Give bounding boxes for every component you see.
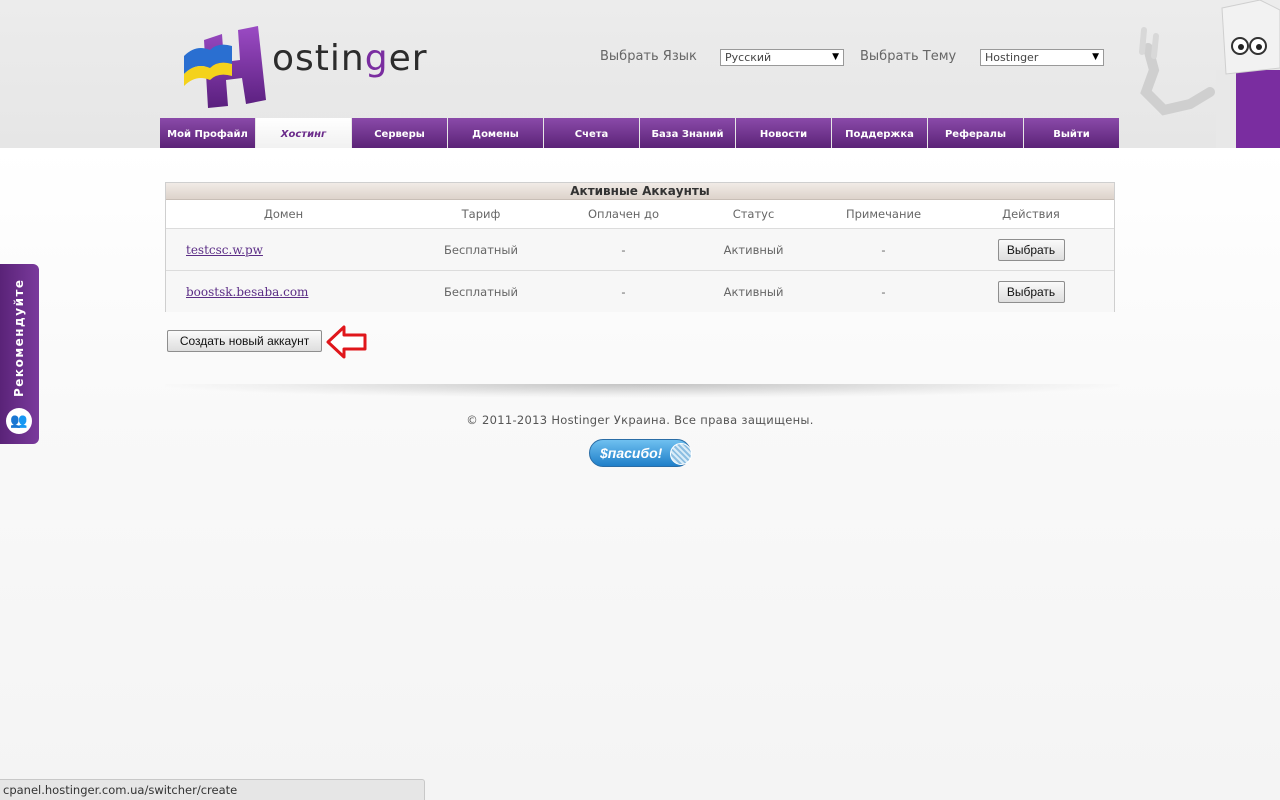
dropdown-arrow-icon: ▼ xyxy=(1092,52,1099,62)
table-header-row: Домен Тариф Оплачен до Статус Примечание… xyxy=(166,200,1114,229)
logo-wordmark: ostinger xyxy=(272,38,428,79)
users-icon: 👥 xyxy=(6,408,32,434)
language-label: Выбрать Язык xyxy=(600,49,697,64)
globe-icon xyxy=(670,443,692,465)
domain-link[interactable]: boostsk.besaba.com xyxy=(186,285,308,299)
status-cell: Активный xyxy=(723,242,784,257)
dropdown-arrow-icon: ▼ xyxy=(832,52,839,62)
recommend-label: Рекомендуйте xyxy=(12,278,26,397)
tab-servers[interactable]: Серверы xyxy=(352,118,447,148)
select-account-button[interactable]: Выбрать xyxy=(997,238,1065,261)
theme-select[interactable]: Hostinger ▼ xyxy=(980,49,1104,66)
create-account-button[interactable]: Создать новый аккаунт xyxy=(167,330,322,352)
logo-h-icon xyxy=(184,26,266,108)
footer-divider xyxy=(165,384,1120,398)
status-cell: Активный xyxy=(723,284,784,299)
table-row: boostsk.besaba.com Бесплатный - Активный… xyxy=(166,271,1114,312)
column-header-status: Статус xyxy=(732,207,775,221)
domain-link[interactable]: testcsc.w.pw xyxy=(186,243,263,257)
note-cell: - xyxy=(881,284,886,299)
paid-until-cell: - xyxy=(621,284,626,299)
language-select-value: Русский xyxy=(725,51,772,64)
paid-until-cell: - xyxy=(621,242,626,257)
column-header-tariff: Тариф xyxy=(461,207,501,221)
column-header-domain: Домен xyxy=(263,207,304,221)
tab-referrals[interactable]: Рефералы xyxy=(928,118,1023,148)
tab-support[interactable]: Поддержка xyxy=(832,118,927,148)
language-select[interactable]: Русский ▼ xyxy=(720,49,844,66)
column-header-note: Примечание xyxy=(845,207,922,221)
tariff-cell: Бесплатный xyxy=(444,284,518,299)
tab-hosting[interactable]: Хостинг xyxy=(256,118,351,148)
tab-my-profile[interactable]: Мой Профайл xyxy=(160,118,255,148)
column-header-paid-until: Оплачен до xyxy=(588,207,659,221)
theme-select-value: Hostinger xyxy=(985,51,1039,64)
tab-news[interactable]: Новости xyxy=(736,118,831,148)
tab-logout[interactable]: Выйти xyxy=(1024,118,1119,148)
table-title: Активные Аккаунты xyxy=(166,183,1114,200)
spasibo-label: $пасибо! xyxy=(600,445,663,461)
table-row: testcsc.w.pw Бесплатный - Активный - Выб… xyxy=(166,229,1114,271)
browser-status-bar: cpanel.hostinger.com.ua/switcher/create xyxy=(0,779,425,800)
tab-invoices[interactable]: Счета xyxy=(544,118,639,148)
mascot-robot-icon xyxy=(1139,0,1280,148)
column-header-actions: Действия xyxy=(1002,207,1060,221)
spasibo-badge[interactable]: $пасибо! xyxy=(589,439,692,467)
red-arrow-icon xyxy=(326,325,367,359)
tariff-cell: Бесплатный xyxy=(444,242,518,257)
theme-label: Выбрать Тему xyxy=(860,49,957,64)
copyright-text: © 2011-2013 Hostinger Украина. Все права… xyxy=(466,413,814,427)
select-account-button[interactable]: Выбрать xyxy=(997,280,1065,303)
tab-knowledge-base[interactable]: База Знаний xyxy=(640,118,735,148)
active-accounts-table: Активные Аккаунты Домен Тариф Оплачен до… xyxy=(165,182,1115,312)
tab-domains[interactable]: Домены xyxy=(448,118,543,148)
note-cell: - xyxy=(881,242,886,257)
main-nav: Мой Профайл Хостинг Серверы Домены Счета… xyxy=(160,118,1120,148)
recommend-side-tab[interactable]: Рекомендуйте 👥 xyxy=(0,264,39,444)
